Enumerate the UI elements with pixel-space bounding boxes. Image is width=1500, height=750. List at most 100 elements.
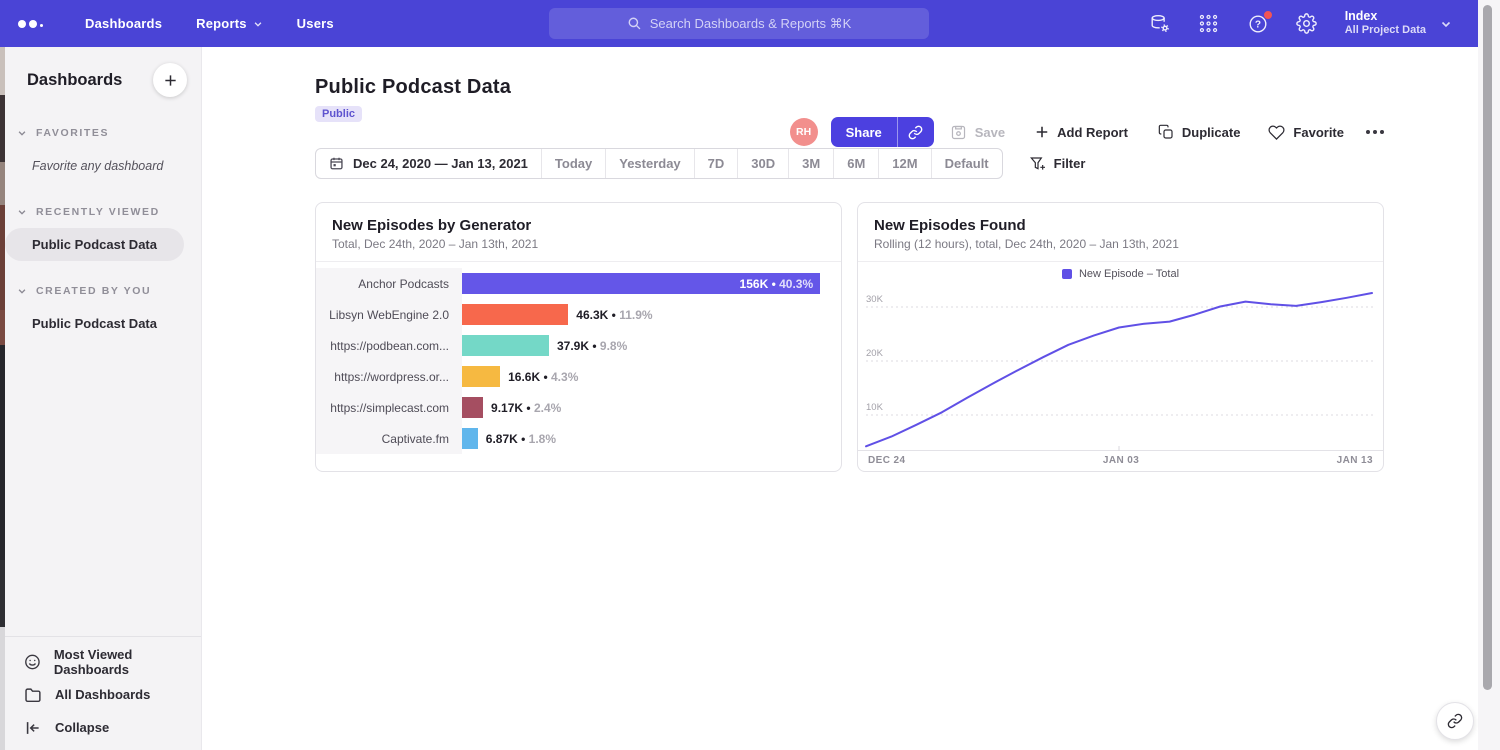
- sidebar-section: CREATED BY YOU Public Podcast Data: [5, 285, 201, 340]
- plus-icon: [163, 73, 178, 88]
- bar-segment[interactable]: 156K • 40.3%: [462, 273, 820, 294]
- floating-link-button[interactable]: [1436, 702, 1474, 740]
- bar-segment[interactable]: [462, 335, 549, 356]
- sidebar-footer-collapse[interactable]: Collapse: [5, 711, 201, 744]
- scrollbar-thumb[interactable]: [1483, 5, 1492, 690]
- bar-row: https://wordpress.or... 16.6K • 4.3%: [316, 361, 841, 392]
- bar-track: 46.3K • 11.9%: [462, 299, 841, 330]
- nav-item-users[interactable]: Users: [297, 16, 334, 31]
- y-tick-label: 10K: [866, 402, 884, 413]
- legend-label: New Episode – Total: [1079, 268, 1179, 280]
- filter-button[interactable]: Filter: [1030, 156, 1086, 172]
- sidebar-section-header[interactable]: CREATED BY YOU: [5, 285, 201, 297]
- bar-category-label: https://podbean.com...: [316, 330, 462, 361]
- collapse-icon: [24, 719, 42, 737]
- add-dashboard-button[interactable]: [153, 63, 187, 97]
- chart-card-episodes-by-generator[interactable]: New Episodes by Generator Total, Dec 24t…: [315, 202, 842, 472]
- settings-gear-icon[interactable]: [1296, 13, 1318, 35]
- sidebar-item-dashboard[interactable]: Public Podcast Data: [5, 307, 184, 340]
- bar-value-label: 16.6K • 4.3%: [508, 370, 578, 384]
- y-tick-label: 30K: [866, 294, 884, 305]
- link-icon: [908, 125, 923, 140]
- project-selector[interactable]: Index All Project Data: [1345, 9, 1452, 38]
- bar-segment[interactable]: [462, 428, 478, 449]
- calendar-icon: [329, 156, 344, 171]
- sidebar-item-dashboard[interactable]: Public Podcast Data: [5, 228, 184, 261]
- nav-item-dashboards[interactable]: Dashboards: [85, 16, 162, 31]
- bar-category-label: Anchor Podcasts: [316, 268, 462, 299]
- bar-track: 9.17K • 2.4%: [462, 392, 841, 423]
- share-link-button[interactable]: [897, 117, 934, 147]
- nav-item-reports[interactable]: Reports: [196, 16, 263, 31]
- more-options-button[interactable]: [1366, 130, 1384, 134]
- sidebar-footer-label: Collapse: [55, 720, 109, 735]
- sidebar-section-header[interactable]: FAVORITES: [5, 127, 201, 139]
- bar-chart: Anchor Podcasts156K • 40.3%Libsyn WebEng…: [316, 262, 841, 454]
- share-button[interactable]: Share: [831, 117, 897, 147]
- chart-title: New Episodes Found: [874, 217, 1367, 234]
- amplitude-logo[interactable]: [18, 20, 43, 28]
- bar-value-label: 6.87K • 1.8%: [486, 432, 556, 446]
- date-toolbar: Dec 24, 2020 — Jan 13, 2021 TodayYesterd…: [315, 148, 1384, 179]
- apps-grid-icon[interactable]: [1198, 13, 1220, 35]
- date-range-picker[interactable]: Dec 24, 2020 — Jan 13, 2021: [316, 149, 541, 178]
- bar-category-label: https://wordpress.or...: [316, 361, 462, 392]
- save-button[interactable]: Save: [950, 124, 1005, 141]
- plus-icon: [1035, 125, 1049, 139]
- sidebar-placeholder-text: Favorite any dashboard: [5, 149, 184, 182]
- chart-subtitle: Rolling (12 hours), total, Dec 24th, 202…: [874, 237, 1367, 251]
- chevron-down-icon: [17, 207, 27, 217]
- bar-category-label: Libsyn WebEngine 2.0: [316, 299, 462, 330]
- chart-title: New Episodes by Generator: [332, 217, 825, 234]
- bar-track: 16.6K • 4.3%: [462, 361, 841, 392]
- help-icon[interactable]: ?: [1247, 13, 1269, 35]
- sidebar-section-items: Public Podcast Data: [5, 307, 201, 340]
- top-nav: Dashboards Reports Users Search Dashboards…: [0, 0, 1478, 47]
- sidebar: Dashboards FAVORITESFavorite any dashboa…: [5, 47, 202, 750]
- sidebar-section-label: CREATED BY YOU: [36, 285, 151, 297]
- sidebar-footer-most-viewed-dashboards[interactable]: Most Viewed Dashboards: [5, 645, 201, 678]
- preset-3m[interactable]: 3M: [788, 149, 833, 178]
- bar-row: https://podbean.com...37.9K • 9.8%: [316, 330, 841, 361]
- bar-row: Anchor Podcasts156K • 40.3%: [316, 268, 841, 299]
- chevron-down-icon: [253, 19, 263, 29]
- preset-default[interactable]: Default: [931, 149, 1002, 178]
- preset-yesterday[interactable]: Yesterday: [605, 149, 693, 178]
- sidebar-section-items: Public Podcast Data: [5, 228, 201, 261]
- sidebar-section-items: Favorite any dashboard: [5, 149, 201, 182]
- chart-legend: New Episode – Total: [858, 265, 1383, 282]
- bar-segment[interactable]: [462, 304, 568, 325]
- preset-30d[interactable]: 30D: [737, 149, 788, 178]
- svg-text:?: ?: [1255, 19, 1261, 30]
- favorite-button[interactable]: Favorite: [1268, 124, 1344, 141]
- duplicate-button[interactable]: Duplicate: [1158, 124, 1241, 140]
- add-report-button[interactable]: Add Report: [1035, 125, 1128, 140]
- preset-7d[interactable]: 7D: [694, 149, 738, 178]
- x-tick: DEC 24: [868, 455, 905, 466]
- x-axis-labels: DEC 24 JAN 03 JAN 13: [858, 451, 1383, 466]
- line-series-new-episode-total[interactable]: [866, 293, 1372, 446]
- scrollbar-track[interactable]: [1478, 0, 1500, 750]
- chart-card-episodes-found[interactable]: New Episodes Found Rolling (12 hours), t…: [857, 202, 1384, 472]
- chevron-down-icon: [1440, 18, 1452, 30]
- bar-category-label: Captivate.fm: [316, 423, 462, 454]
- bar-row: Captivate.fm 6.87K • 1.8%: [316, 423, 841, 454]
- sidebar-footer-all-dashboards[interactable]: All Dashboards: [5, 678, 201, 711]
- preset-12m[interactable]: 12M: [878, 149, 930, 178]
- sidebar-footer-label: Most Viewed Dashboards: [54, 647, 201, 677]
- bar-segment[interactable]: [462, 397, 483, 418]
- chevron-down-icon: [17, 128, 27, 138]
- preset-today[interactable]: Today: [541, 149, 605, 178]
- sidebar-section-header[interactable]: RECENTLY VIEWED: [5, 206, 201, 218]
- search-input[interactable]: Search Dashboards & Reports ⌘K: [549, 8, 929, 39]
- smiley-icon: [24, 653, 41, 671]
- bar-segment[interactable]: [462, 366, 500, 387]
- save-icon: [950, 124, 967, 141]
- sidebar-section-label: RECENTLY VIEWED: [36, 206, 160, 218]
- data-icon[interactable]: [1149, 13, 1171, 35]
- avatar[interactable]: RH: [790, 118, 818, 146]
- nav-item-label: Users: [297, 16, 334, 31]
- sidebar-footer: Most Viewed DashboardsAll Dashboards Coll…: [5, 636, 201, 750]
- search-icon: [627, 16, 642, 31]
- preset-6m[interactable]: 6M: [833, 149, 878, 178]
